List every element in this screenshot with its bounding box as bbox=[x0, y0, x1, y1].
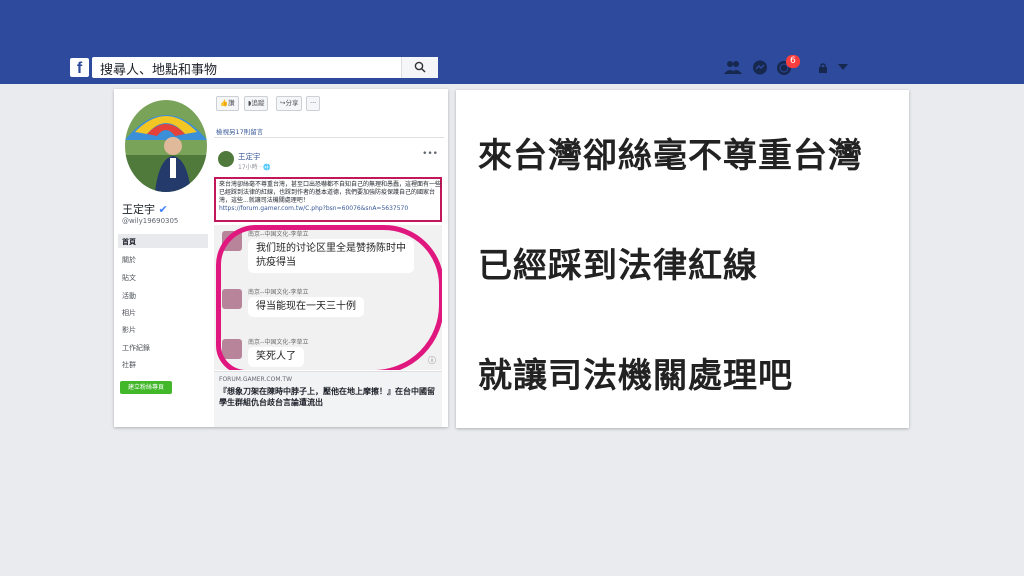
post-feed: 👍讚 ◗追蹤 ↪分享 ··· 檢視另17則留言 王定宇 17小時 · 🌐 •••… bbox=[214, 89, 444, 427]
profile-menu-posts[interactable]: 貼文 bbox=[122, 273, 136, 283]
caption-line-1: 來台灣卻絲毫不尊重台灣 bbox=[478, 136, 863, 176]
notification-badge: 6 bbox=[786, 55, 800, 68]
view-more-comments-link[interactable]: 檢視另17則留言 bbox=[216, 126, 263, 136]
verified-badge-icon: ✔ bbox=[158, 203, 168, 216]
highlighted-post-text: 來台灣卻絲毫不尊重台灣，甚至口出恐嚇都不自知自己的無理和愚蠢，這裡面有一些已經踩… bbox=[214, 177, 442, 222]
link-domain: FORUM.GAMER.COM.TW bbox=[219, 376, 292, 383]
link-title: 『想象刀架在陳時中脖子上，壓他在地上摩擦！』在台中國留學生群組仇台歧台言論遭流出 bbox=[219, 386, 435, 407]
info-icon[interactable]: ⓘ bbox=[428, 355, 436, 366]
profile-menu-about[interactable]: 關於 bbox=[122, 255, 136, 265]
search-input[interactable]: 搜尋人、地點和事物 bbox=[92, 57, 438, 78]
top-navbar: f 搜尋人、地點和事物 6 bbox=[0, 0, 1024, 84]
profile-menu-photos[interactable]: 相片 bbox=[122, 308, 136, 318]
profile-menu-home[interactable]: 首頁 bbox=[122, 237, 136, 247]
profile-handle: @wily19690305 bbox=[122, 217, 179, 225]
divider bbox=[214, 137, 444, 138]
chevron-down-icon[interactable] bbox=[838, 64, 848, 72]
link-preview-card[interactable]: FORUM.GAMER.COM.TW 『想象刀架在陳時中脖子上，壓他在地上摩擦！… bbox=[214, 371, 442, 427]
profile-menu-events[interactable]: 活動 bbox=[122, 291, 136, 301]
like-button[interactable]: 👍讚 bbox=[216, 96, 239, 111]
profile-name[interactable]: 王定宇 ✔ bbox=[122, 201, 168, 217]
profile-avatar[interactable] bbox=[122, 97, 210, 195]
facebook-post-screenshot: 王定宇 ✔ @wily19690305 首頁 關於 貼文 活動 相片 影片 工作… bbox=[114, 89, 448, 427]
post-body-text: 來台灣卻絲毫不尊重台灣，甚至口出恐嚇都不自知自己的無理和愚蠢，這裡面有一些已經踩… bbox=[219, 181, 442, 204]
facebook-logo-icon[interactable]: f bbox=[70, 58, 89, 77]
caption-line-2: 已經踩到法律紅線 bbox=[478, 246, 758, 286]
post-author-avatar[interactable] bbox=[218, 151, 234, 167]
profile-photo-image bbox=[125, 100, 207, 192]
profile-menu-jobs[interactable]: 工作紀錄 bbox=[122, 343, 150, 353]
search-placeholder: 搜尋人、地點和事物 bbox=[100, 63, 218, 78]
search-button[interactable] bbox=[401, 57, 438, 78]
post-timestamp[interactable]: 17小時 · 🌐 bbox=[238, 162, 271, 171]
follow-button[interactable]: ◗追蹤 bbox=[244, 96, 269, 111]
privacy-lock-icon[interactable] bbox=[818, 63, 830, 73]
messenger-icon[interactable] bbox=[752, 60, 768, 76]
post-link-url[interactable]: https://forum.gamer.com.tw/C.php?bsn=600… bbox=[219, 205, 408, 212]
caption-panel: 來台灣卻絲毫不尊重台灣 已經踩到法律紅線 就讓司法機關處理吧 bbox=[456, 90, 909, 428]
share-button[interactable]: ↪分享 bbox=[276, 96, 303, 111]
profile-menu-videos[interactable]: 影片 bbox=[122, 325, 136, 335]
create-page-button[interactable]: 建立粉絲專頁 bbox=[120, 381, 172, 394]
caption-line-3: 就讓司法機關處理吧 bbox=[478, 356, 793, 396]
search-icon bbox=[414, 61, 426, 73]
thumbs-up-icon: 👍 bbox=[220, 99, 229, 107]
embedded-chat-screenshot: 南京--中国文化-李草立 我们班的讨论区里全是赞扬陈时中抗疫得当 南京--中国文… bbox=[214, 225, 442, 370]
profile-menu-community[interactable]: 社群 bbox=[122, 360, 136, 370]
pink-highlight-circle bbox=[216, 225, 442, 370]
post-card: 王定宇 17小時 · 🌐 ••• 來台灣卻絲毫不尊重台灣，甚至口出恐嚇都不自知自… bbox=[214, 143, 444, 427]
friend-requests-icon[interactable] bbox=[724, 60, 742, 74]
post-menu-icon[interactable]: ••• bbox=[422, 149, 438, 159]
post-author-name[interactable]: 王定宇 bbox=[238, 151, 261, 162]
globe-icon: 🌐 bbox=[263, 164, 271, 171]
more-options-button[interactable]: ··· bbox=[306, 96, 321, 111]
